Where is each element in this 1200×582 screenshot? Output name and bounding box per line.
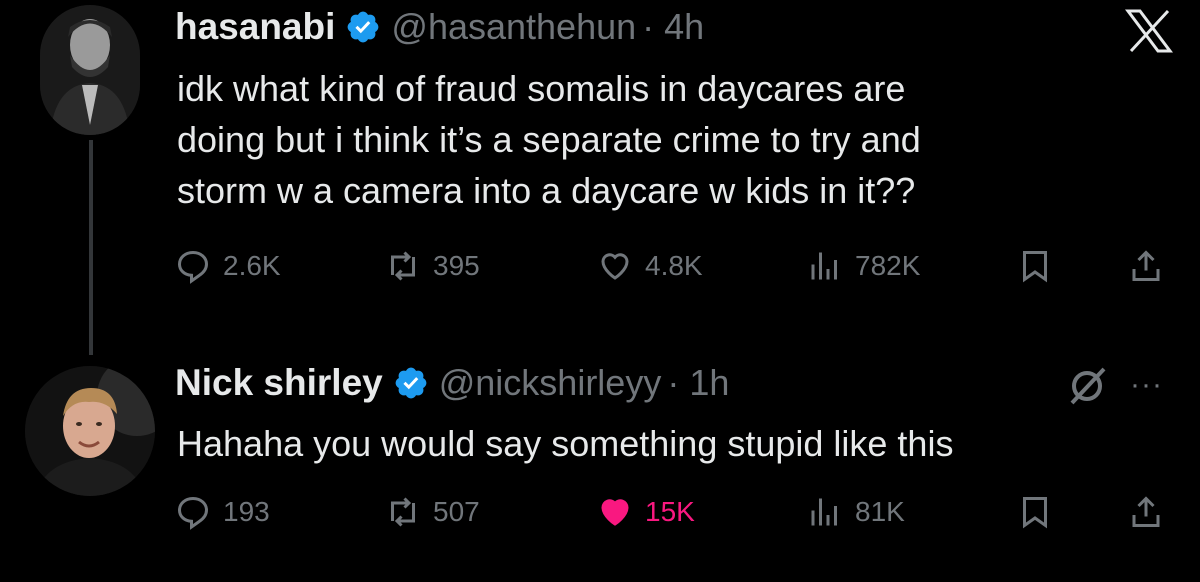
post-time[interactable]: · 4h xyxy=(642,6,704,48)
avatar-nick-shirley[interactable] xyxy=(25,366,155,496)
x-logo-icon[interactable] xyxy=(1125,8,1173,54)
author-handle[interactable]: @nickshirleyy xyxy=(439,362,662,404)
share-icon xyxy=(1132,496,1160,527)
views-count: 81K xyxy=(855,496,905,527)
reply-button[interactable]: 2.6K xyxy=(175,248,281,284)
author-name[interactable]: hasanabi xyxy=(175,6,335,48)
bookmark-button[interactable] xyxy=(1017,494,1053,530)
verified-badge-icon xyxy=(395,367,427,399)
tweet-text-line: doing but i think it’s a separate crime … xyxy=(177,119,921,160)
reply-button[interactable]: 193 xyxy=(175,494,270,530)
like-button[interactable]: 15K xyxy=(597,494,695,530)
share-icon xyxy=(1132,250,1160,281)
reply-count: 2.6K xyxy=(223,250,281,281)
author-name[interactable]: Nick shirley xyxy=(175,362,383,404)
views-button[interactable]: 782K xyxy=(807,248,920,284)
avatar-hasanabi[interactable] xyxy=(40,5,140,135)
repost-button[interactable]: 395 xyxy=(385,248,480,284)
heart-icon xyxy=(601,499,629,526)
repost-icon xyxy=(391,251,415,281)
tweet-actions: 193 507 15K 81K xyxy=(175,494,1175,538)
heart-icon xyxy=(601,253,629,280)
share-button[interactable] xyxy=(1128,494,1164,530)
views-icon xyxy=(811,252,837,280)
more-icon[interactable]: ··· xyxy=(1130,368,1163,402)
thread-connector xyxy=(89,140,93,355)
author-handle[interactable]: @hasanthehun xyxy=(391,6,636,48)
tweet-text: idk what kind of fraud somalis in daycar… xyxy=(177,63,921,216)
bookmark-icon xyxy=(1023,251,1047,283)
repost-count: 507 xyxy=(433,496,480,527)
tweet-text: Hahaha you would say something stupid li… xyxy=(177,423,954,464)
reply-count: 193 xyxy=(223,496,270,527)
like-count: 15K xyxy=(645,496,695,527)
repost-button[interactable]: 507 xyxy=(385,494,480,530)
tweet-text-line: storm w a camera into a daycare w kids i… xyxy=(177,170,916,211)
like-count: 4.8K xyxy=(645,250,703,281)
post-time[interactable]: · 1h xyxy=(667,362,729,404)
views-button[interactable]: 81K xyxy=(807,494,905,530)
bookmark-icon xyxy=(1023,497,1047,529)
views-count: 782K xyxy=(855,250,921,281)
tweet-actions: 2.6K 395 4.8K 782K xyxy=(175,248,1175,292)
repost-count: 395 xyxy=(433,250,480,281)
like-button[interactable]: 4.8K xyxy=(597,248,703,284)
tweet-text-line: idk what kind of fraud somalis in daycar… xyxy=(177,68,906,109)
reply-icon xyxy=(177,496,209,530)
grok-icon[interactable] xyxy=(1064,363,1110,409)
views-icon xyxy=(811,498,837,526)
repost-icon xyxy=(391,497,415,527)
bookmark-button[interactable] xyxy=(1017,248,1053,284)
verified-badge-icon xyxy=(348,11,379,43)
share-button[interactable] xyxy=(1128,248,1164,284)
reply-icon xyxy=(177,250,209,284)
